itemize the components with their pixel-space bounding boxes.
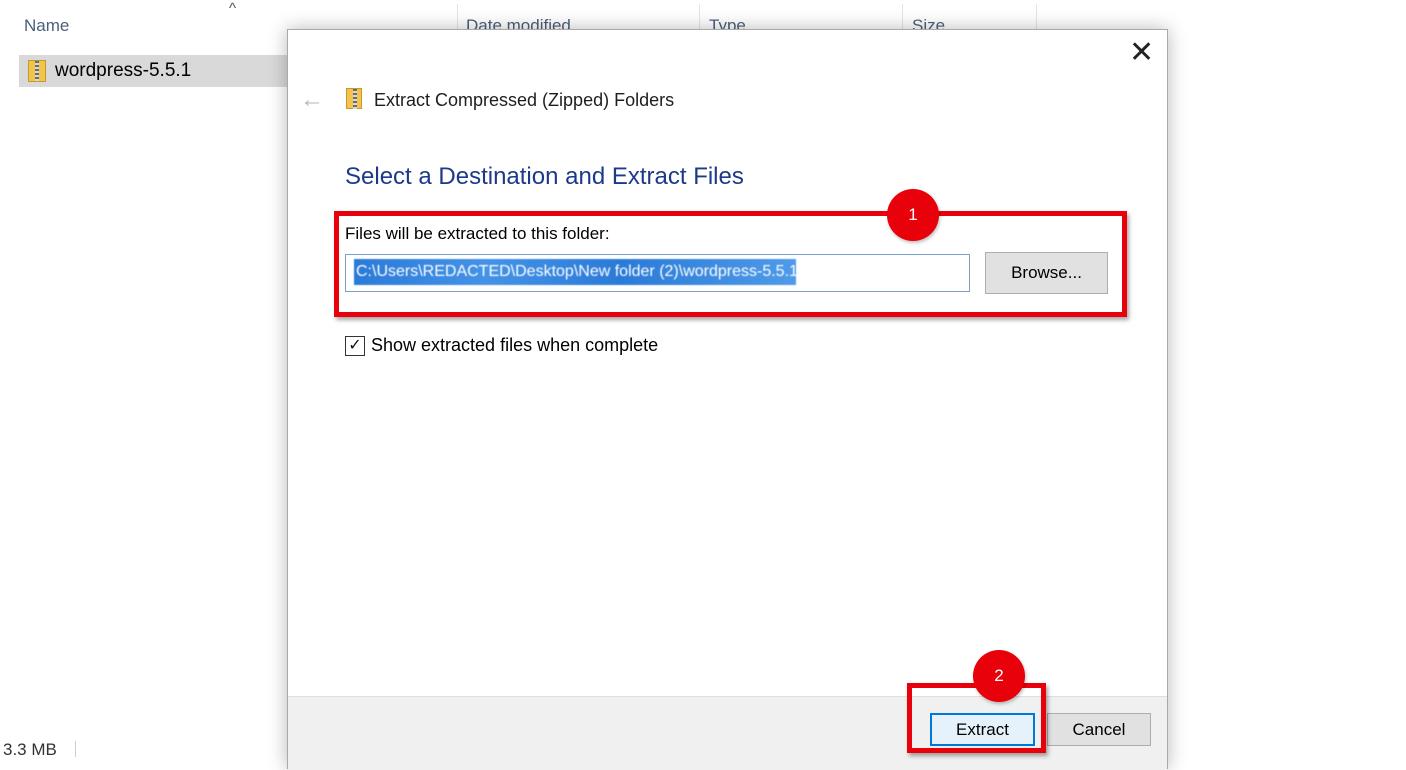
- zip-folder-icon: [346, 88, 362, 109]
- column-header-name-label: Name: [24, 16, 70, 35]
- dialog-footer: Extract Cancel: [288, 696, 1167, 770]
- extract-dialog: ✕ ← Extract Compressed (Zipped) Folders …: [287, 29, 1168, 770]
- file-row-selected[interactable]: wordpress-5.5.1: [19, 55, 291, 87]
- close-button[interactable]: ✕: [1129, 38, 1154, 68]
- checkmark-icon: ✓: [348, 336, 362, 354]
- status-bar-divider: [75, 741, 76, 757]
- dialog-heading: Select a Destination and Extract Files: [345, 163, 744, 190]
- browse-button[interactable]: Browse...: [985, 252, 1108, 294]
- zip-folder-icon: [28, 60, 46, 82]
- close-icon: ✕: [1129, 36, 1155, 69]
- destination-label: Files will be extracted to this folder:: [345, 224, 610, 243]
- show-extracted-files-checkbox[interactable]: ✓: [345, 335, 365, 356]
- extract-button[interactable]: Extract: [930, 713, 1035, 746]
- destination-path-input[interactable]: C:\Users\REDACTED\Desktop\New folder (2)…: [345, 254, 970, 292]
- sort-ascending-icon: ^: [229, 0, 237, 17]
- show-extracted-files-label: Show extracted files when complete: [371, 335, 659, 355]
- show-extracted-files-option[interactable]: ✓ Show extracted files when complete: [345, 335, 658, 356]
- annotation-step-2-badge: 2: [973, 650, 1025, 702]
- file-name: wordpress-5.5.1: [55, 60, 192, 81]
- dialog-title-icon-wrap: [346, 88, 362, 109]
- destination-path-selected-text: C:\Users\REDACTED\Desktop\New folder (2)…: [354, 259, 796, 285]
- dialog-title: Extract Compressed (Zipped) Folders: [374, 90, 675, 110]
- back-arrow-icon[interactable]: ←: [300, 86, 324, 114]
- cancel-button[interactable]: Cancel: [1047, 713, 1151, 746]
- status-bar-size: 3.3 MB: [3, 740, 57, 759]
- annotation-step-1-badge: 1: [887, 189, 939, 241]
